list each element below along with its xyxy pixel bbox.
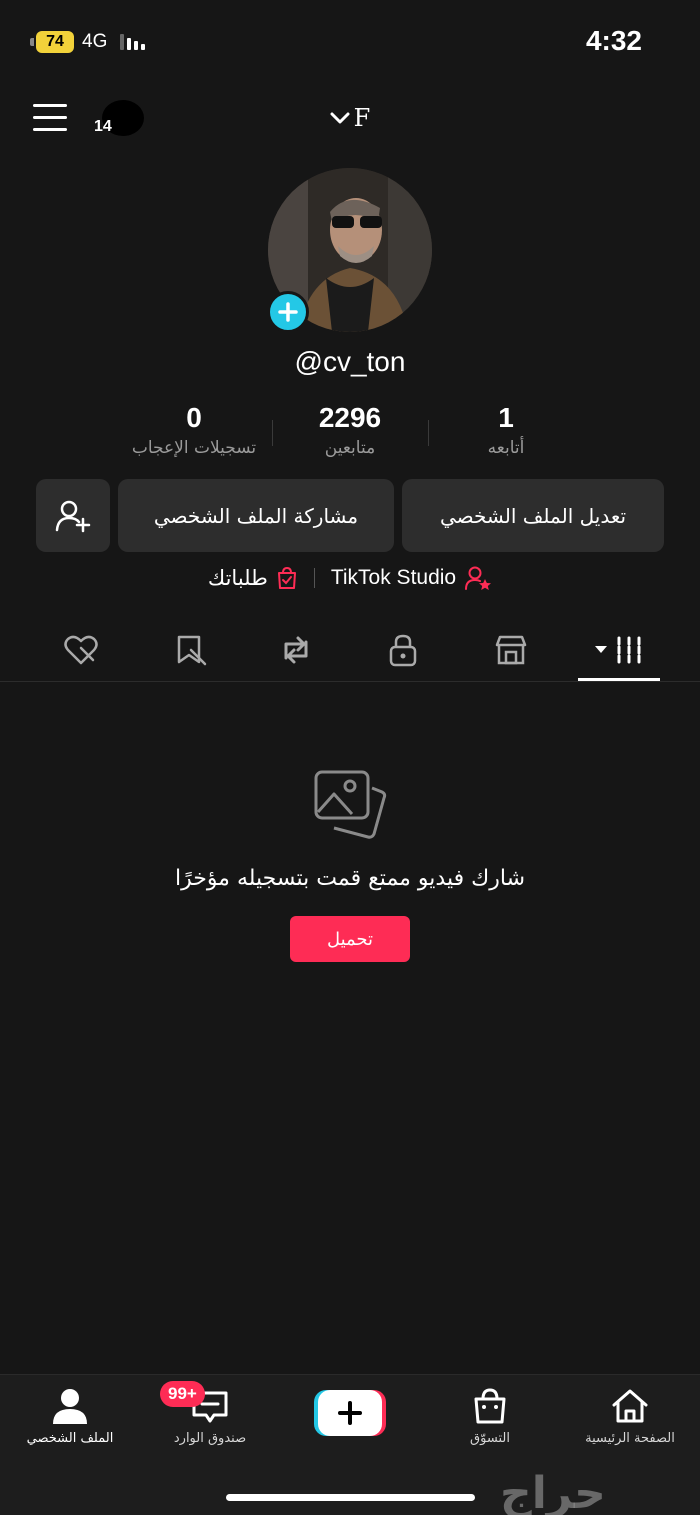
edit-profile-button[interactable]: تعديل الملف الشخصي xyxy=(402,479,664,552)
battery-level: 74 xyxy=(36,31,74,53)
tab-favorites[interactable] xyxy=(161,628,221,672)
nav-profile-label: الملف الشخصي xyxy=(26,1431,114,1446)
orders-label: طلباتك xyxy=(207,566,268,590)
nav-shop[interactable]: التسوّق xyxy=(420,1387,560,1446)
creator-star-icon xyxy=(465,566,492,590)
add-friends-button[interactable] xyxy=(36,479,110,552)
share-profile-button[interactable]: مشاركة الملف الشخصي xyxy=(118,479,394,552)
account-switcher[interactable]: F xyxy=(300,100,400,136)
nav-home-label: الصفحة الرئيسية xyxy=(585,1431,675,1446)
nav-home[interactable]: الصفحة الرئيسية xyxy=(560,1387,700,1446)
plus-icon xyxy=(278,302,298,322)
tab-liked[interactable] xyxy=(51,628,111,672)
orders-link[interactable]: طلباتك xyxy=(208,566,298,590)
tiktok-studio-link[interactable]: TikTok Studio xyxy=(331,565,492,591)
inbox-badge: 99+ xyxy=(160,1381,205,1407)
tab-reposts[interactable] xyxy=(266,628,326,672)
home-icon xyxy=(612,1389,648,1423)
account-name: F xyxy=(353,104,371,132)
empty-state-message: شارك فيديو ممتع قمت بتسجيله مؤخرًا xyxy=(174,866,526,891)
add-photo-button[interactable] xyxy=(267,291,309,333)
menu-icon[interactable] xyxy=(33,104,67,132)
nav-profile[interactable]: الملف الشخصي xyxy=(0,1387,140,1446)
network-type: 4G xyxy=(82,31,108,52)
lock-icon xyxy=(389,634,417,667)
nav-inbox-label: صندوق الوارد xyxy=(173,1431,247,1446)
signal-icon xyxy=(120,34,145,50)
stat-likes[interactable]: 0 تسجيلات الإعجاب xyxy=(94,402,294,458)
tiktok-studio-label: TikTok Studio xyxy=(330,566,457,589)
shopping-bag-check-icon xyxy=(277,566,296,589)
profile-icon xyxy=(53,1389,87,1424)
photo-upload-icon xyxy=(314,770,387,839)
tab-videos[interactable] xyxy=(589,628,649,672)
add-user-icon xyxy=(55,500,91,532)
shortcuts-row: طلباتك TikTok Studio xyxy=(0,565,700,591)
tabs-divider xyxy=(0,681,700,682)
heart-hidden-icon xyxy=(64,635,98,665)
battery-nub xyxy=(30,38,34,46)
stat-likes-value: 0 xyxy=(186,402,202,433)
create-plus-icon xyxy=(314,1390,386,1436)
stat-likes-label: تسجيلات الإعجاب xyxy=(131,438,257,458)
watermark: حراج xyxy=(500,1468,606,1515)
home-indicator xyxy=(226,1494,475,1501)
bookmark-hidden-icon xyxy=(177,635,207,666)
tab-private[interactable] xyxy=(373,628,433,672)
storefront-icon xyxy=(495,635,527,665)
nav-shop-label: التسوّق xyxy=(470,1431,510,1446)
tab-shop[interactable] xyxy=(481,628,541,672)
shopping-bag-icon xyxy=(474,1388,506,1424)
clock: 4:32 xyxy=(585,25,642,56)
upload-button[interactable]: تحميل xyxy=(290,916,410,962)
grid-dropdown-icon xyxy=(595,636,641,664)
chevron-down-icon xyxy=(330,112,350,124)
create-button[interactable] xyxy=(314,1389,386,1437)
battery-indicator: 74 xyxy=(30,31,76,53)
divider xyxy=(313,568,315,588)
username: @cv_ton xyxy=(294,346,406,377)
repost-icon xyxy=(284,636,308,664)
notification-count: 14 xyxy=(94,118,112,135)
